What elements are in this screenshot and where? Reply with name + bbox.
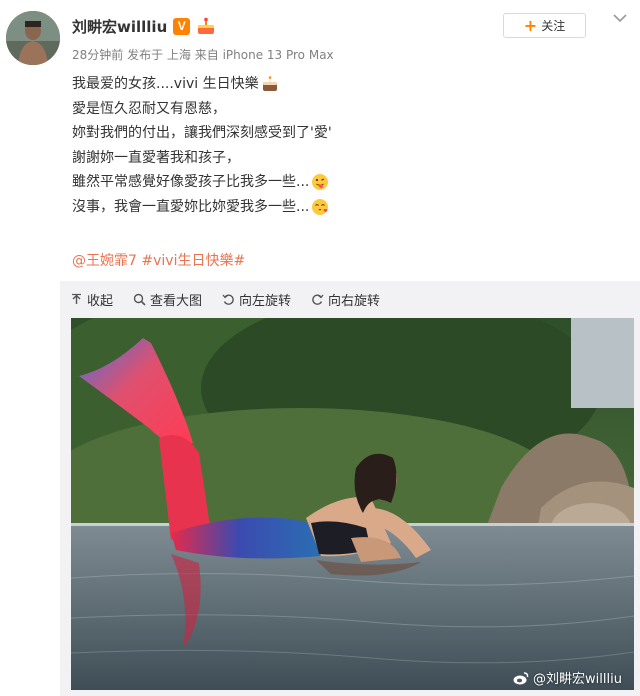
collapse-button[interactable]: 收起 bbox=[70, 290, 113, 309]
collapse-label: 收起 bbox=[87, 293, 114, 309]
heart-kiss-emoji-icon bbox=[312, 198, 329, 215]
rotate-right-icon bbox=[312, 294, 324, 305]
plus-icon: + bbox=[523, 15, 538, 35]
mermaid-photo-illustration bbox=[71, 318, 634, 690]
post-location: 发布于 上海 bbox=[127, 48, 191, 62]
post-line-text: 妳對我們的付出，讓我們深刻感受到了'愛' bbox=[72, 125, 332, 141]
cake-badge-icon bbox=[198, 17, 215, 34]
post-line: 我最爱的女孩....vivi 生日快樂 bbox=[72, 72, 612, 97]
chevron-down-icon[interactable] bbox=[613, 13, 627, 23]
rotate-left-icon bbox=[222, 294, 234, 305]
view-full-label: 查看大图 bbox=[150, 293, 203, 309]
tongue-emoji-icon bbox=[312, 174, 329, 191]
post-line: 謝謝妳一直愛著我和孩子， bbox=[72, 146, 612, 171]
cake-emoji-icon bbox=[262, 76, 277, 92]
post-meta: 28分钟前 发布于 上海 来自 iPhone 13 Pro Max bbox=[72, 46, 334, 63]
post-line-text: 雖然平常感覺好像愛孩子比我多一些... bbox=[72, 174, 310, 190]
post-text: 我最爱的女孩....vivi 生日快樂 愛是恆久忍耐又有恩慈， 妳對我們的付出，… bbox=[72, 72, 612, 219]
collapse-icon bbox=[72, 293, 81, 304]
post-line-text: 我最爱的女孩....vivi 生日快樂 bbox=[72, 76, 259, 92]
photo-watermark: @刘畊宏willliu bbox=[513, 668, 622, 687]
post-line: 妳對我們的付出，讓我們深刻感受到了'愛' bbox=[72, 121, 612, 146]
follow-button[interactable]: + 关注 bbox=[503, 13, 586, 38]
media-toolbar: 收起 查看大图 向左旋转 向右旋转 bbox=[70, 289, 380, 309]
post-time[interactable]: 28分钟前 bbox=[72, 48, 123, 62]
verified-icon: V bbox=[173, 17, 191, 35]
post-line: 愛是恆久忍耐又有恩慈， bbox=[72, 97, 612, 122]
post-source: 来自 iPhone 13 Pro Max bbox=[194, 48, 334, 62]
weibo-logo-icon bbox=[513, 671, 529, 684]
avatar[interactable] bbox=[6, 11, 60, 65]
post-photo[interactable] bbox=[71, 318, 634, 690]
search-icon bbox=[133, 293, 146, 306]
rotate-right-button[interactable]: 向右旋转 bbox=[311, 290, 380, 309]
view-full-button[interactable]: 查看大图 bbox=[133, 290, 202, 309]
rotate-left-label: 向左旋转 bbox=[239, 293, 292, 309]
post-header: 刘畊宏willliu V 28分钟前 发布于 上海 来自 iPhone 13 P… bbox=[0, 0, 640, 70]
post-tags: @王婉霏7 #vivi生日快樂# bbox=[72, 250, 245, 270]
post-line-text: 謝謝妳一直愛著我和孩子， bbox=[72, 149, 240, 166]
rotate-left-button[interactable]: 向左旋转 bbox=[222, 290, 291, 309]
post-line-text: 沒事，我會一直愛妳比妳愛我多一些... bbox=[72, 198, 310, 215]
rotate-right-label: 向右旋转 bbox=[328, 293, 381, 309]
post-line: 沒事，我會一直愛妳比妳愛我多一些... bbox=[72, 195, 612, 220]
post-line: 雖然平常感覺好像愛孩子比我多一些... bbox=[72, 170, 612, 195]
watermark-text: @刘畊宏willliu bbox=[533, 672, 622, 687]
follow-label: 关注 bbox=[541, 19, 566, 33]
mention-link[interactable]: @王婉霏7 bbox=[72, 253, 137, 269]
post-line-text: 愛是恆久忍耐又有恩慈， bbox=[72, 100, 226, 117]
user-name[interactable]: 刘畊宏willliu bbox=[72, 16, 167, 37]
name-row: 刘畊宏willliu V bbox=[72, 15, 216, 37]
topic-link[interactable]: #vivi生日快樂# bbox=[141, 253, 245, 269]
